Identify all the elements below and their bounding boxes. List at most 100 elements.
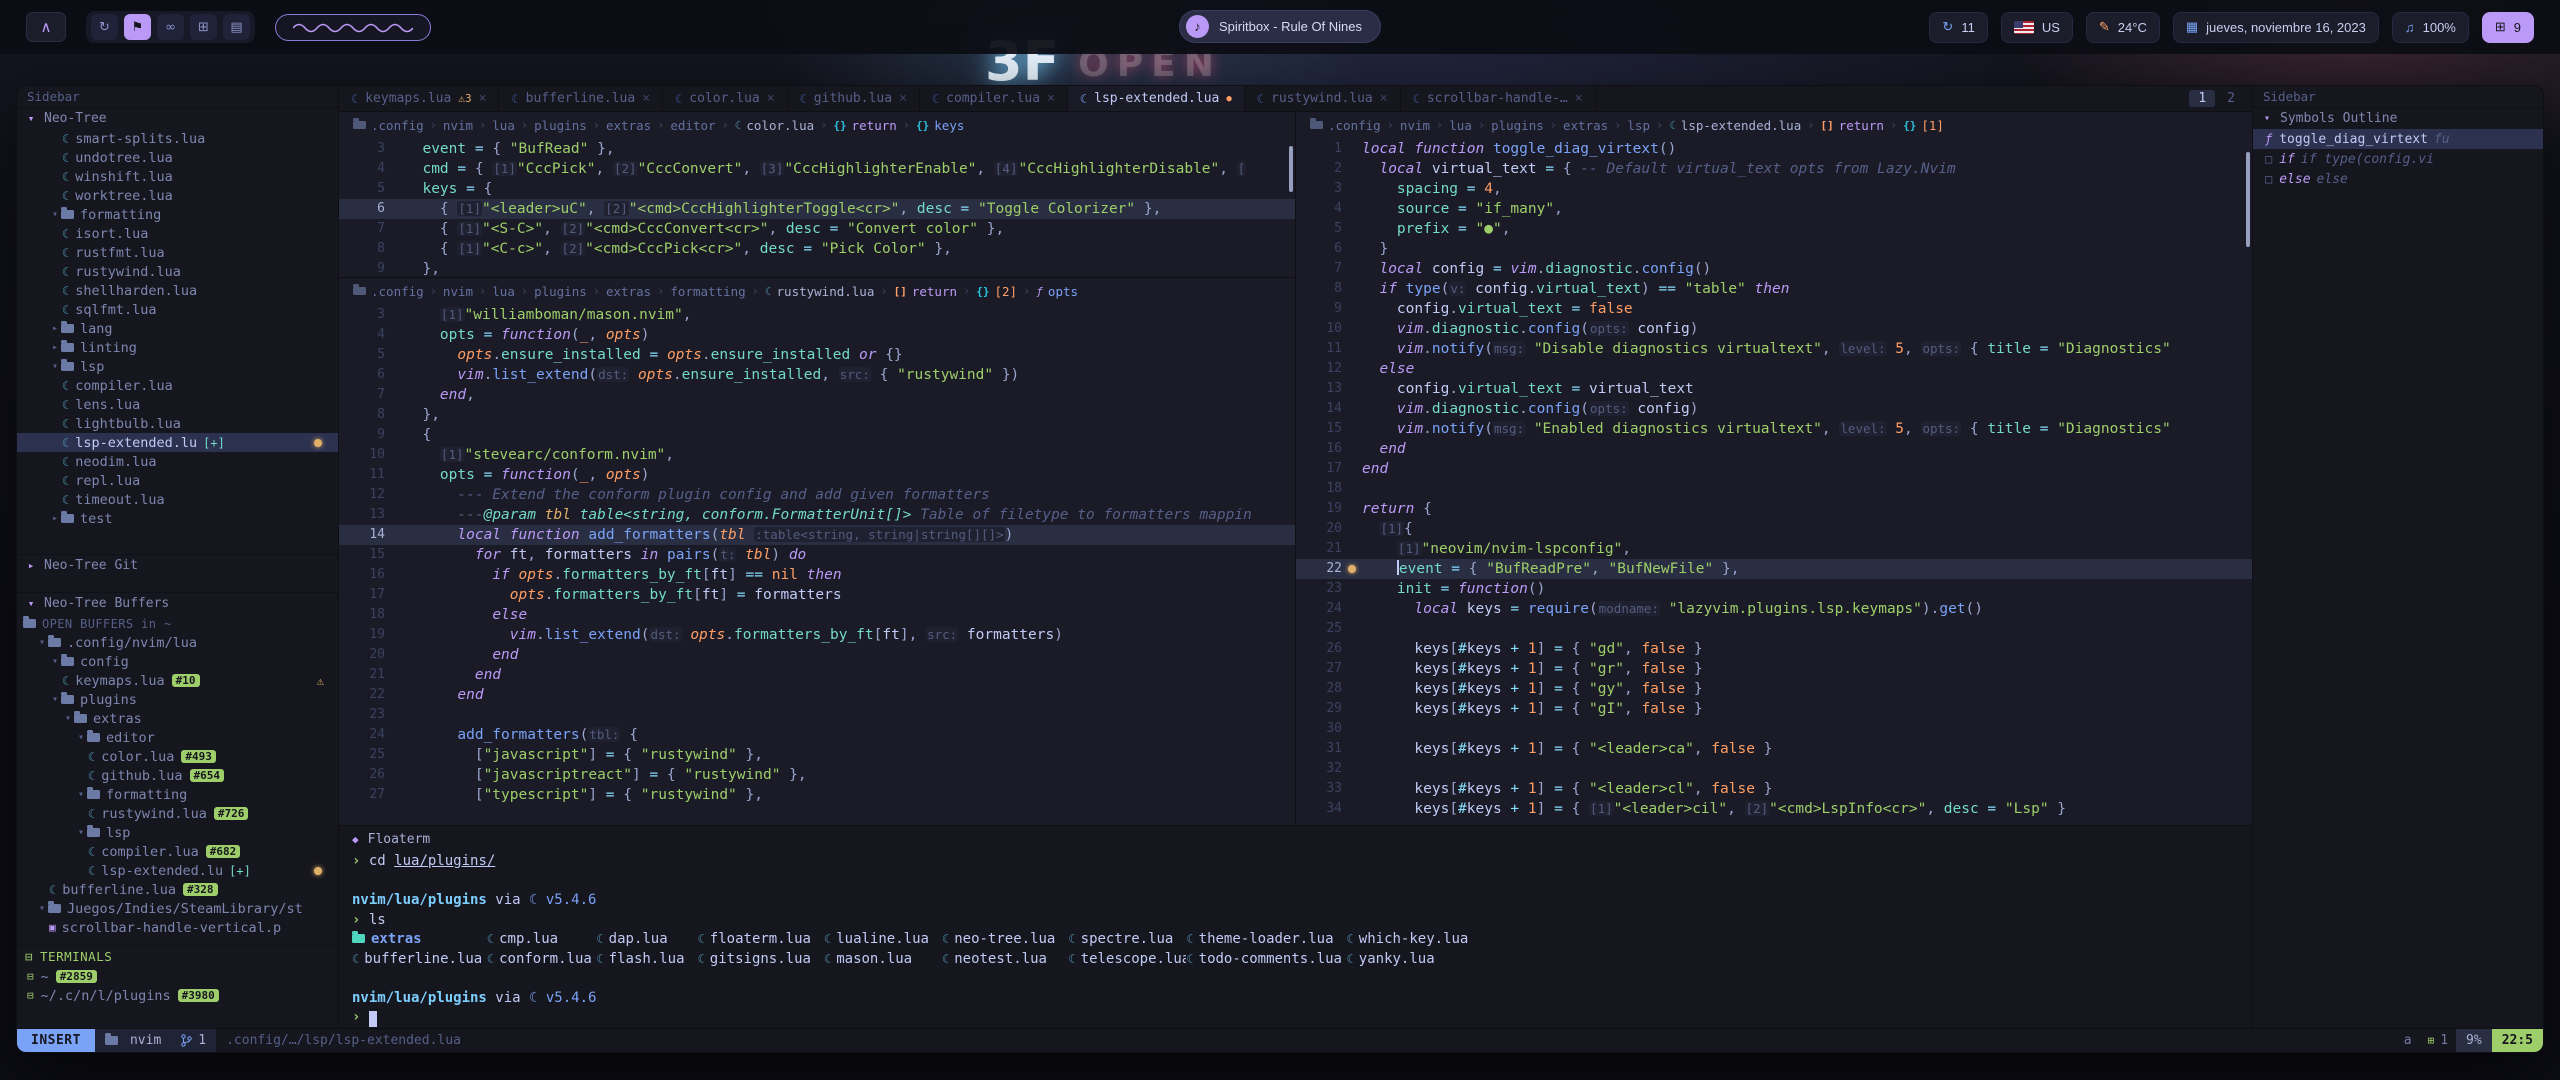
symbols-outline-header[interactable]: ▾ Symbols Outline xyxy=(2253,107,2543,129)
code-line[interactable]: 33 keys[#keys + 1] = { "<leader>cl", fal… xyxy=(1296,779,2252,799)
tree-item[interactable]: ▾lsp xyxy=(17,357,338,376)
tree-item[interactable]: ▾extras xyxy=(17,709,338,728)
breadcrumb-item[interactable]: extras xyxy=(606,118,651,133)
breadcrumb-item[interactable]: return xyxy=(912,284,957,299)
outline-item[interactable]: □ifif type(config.vi xyxy=(2253,149,2543,169)
tree-item[interactable]: ☾compiler.lua xyxy=(17,376,338,395)
breadcrumb-item[interactable]: return xyxy=(852,118,897,133)
workspace-button-2[interactable]: ⚑ xyxy=(124,14,151,40)
tree-item[interactable]: ☾rustywind.lua xyxy=(17,262,338,281)
code-line[interactable]: 20 end xyxy=(339,645,1295,665)
code-line[interactable]: 6 } xyxy=(1296,239,2252,259)
tree-item[interactable]: ☾repl.lua xyxy=(17,471,338,490)
tab-github.lua[interactable]: ☾github.lua× xyxy=(788,86,920,111)
tab-scrollbar-handle-…[interactable]: ☾scrollbar-handle-…× xyxy=(1401,86,1596,111)
code-line[interactable]: 4 opts = function(_, opts) xyxy=(339,325,1295,345)
code-line[interactable]: 24 add_formatters(tbl: { xyxy=(339,725,1295,745)
breadcrumb-item[interactable]: opts xyxy=(1048,284,1078,299)
tree-item[interactable]: ☾bufferline.lua#328 xyxy=(17,880,338,899)
tree-item[interactable]: ▾.config/nvim/lua xyxy=(17,633,338,652)
code-line[interactable]: 23 xyxy=(339,705,1295,725)
code-line[interactable]: 16 if opts.formatters_by_ft[ft] == nil t… xyxy=(339,565,1295,585)
breadcrumb-item[interactable]: [1] xyxy=(1921,118,1944,133)
tree-item[interactable]: ▸lang xyxy=(17,319,338,338)
breadcrumb-item[interactable]: nvim xyxy=(443,284,473,299)
outline-item[interactable]: ƒtoggle_diag_virtextfu xyxy=(2253,129,2543,149)
tree-item[interactable]: ☾keymaps.lua#10⚠ xyxy=(17,671,338,690)
breadcrumb-item[interactable]: lua xyxy=(492,118,515,133)
tree-item[interactable]: ▾lsp xyxy=(17,823,338,842)
breadcrumb-item[interactable]: lsp-extended.lua xyxy=(1681,118,1801,133)
tab-lsp-extended.lua[interactable]: ☾lsp-extended.lua● xyxy=(1068,86,1245,111)
breadcrumb-item[interactable]: [2] xyxy=(994,284,1017,299)
tree-item[interactable]: OPEN BUFFERS in ~ xyxy=(17,614,338,633)
code-line[interactable]: 14 local function add_formatters(tbl :ta… xyxy=(339,525,1295,545)
breadcrumb-item[interactable]: lsp xyxy=(1627,118,1650,133)
code-line[interactable]: 15 vim.notify(msg: "Enabled diagnostics … xyxy=(1296,419,2252,439)
code-line[interactable]: 9 }, xyxy=(339,259,1295,278)
outline-item[interactable]: □elseelse xyxy=(2253,169,2543,189)
neotree-buffers-section-header[interactable]: ▾ Neo-Tree Buffers xyxy=(17,592,338,614)
floaterm-panel[interactable]: ◆ Floaterm › cd lua/plugins/ nvim/lua/pl… xyxy=(339,826,2252,1028)
breadcrumb-item[interactable]: formatting xyxy=(670,284,745,299)
tree-item[interactable]: ☾smart-splits.lua xyxy=(17,129,338,148)
code-line[interactable]: 8 { [1]"<C-c>", [2]"<cmd>CccPick<cr>", d… xyxy=(339,239,1295,259)
code-line[interactable]: 12 --- Extend the conform plugin config … xyxy=(339,485,1295,505)
code-line[interactable]: 16 end xyxy=(1296,439,2252,459)
code-line[interactable]: 8 }, xyxy=(339,405,1295,425)
editor-pane-lsp-extended-lua[interactable]: .config›nvim›lua›plugins›extras›lsp›☾lsp… xyxy=(1296,112,2252,825)
close-icon[interactable]: × xyxy=(767,91,775,106)
terminal-item[interactable]: ⊟~#2859 xyxy=(17,967,338,986)
tree-item[interactable]: ▸test xyxy=(17,509,338,528)
code-line[interactable]: 10 [1]"stevearc/conform.nvim", xyxy=(339,445,1295,465)
code-line[interactable]: 6 vim.list_extend(dst: opts.ensure_insta… xyxy=(339,365,1295,385)
code-line[interactable]: 19return { xyxy=(1296,499,2252,519)
code-line[interactable]: 5 opts.ensure_installed = opts.ensure_in… xyxy=(339,345,1295,365)
code-line[interactable]: 14 vim.diagnostic.config(opts: config) xyxy=(1296,399,2252,419)
code-line[interactable]: 3 event = { "BufRead" }, xyxy=(339,139,1295,159)
code-line[interactable]: 26 ["javascriptreact"] = { "rustywind" }… xyxy=(339,765,1295,785)
code-line[interactable]: 31 keys[#keys + 1] = { "<leader>ca", fal… xyxy=(1296,739,2252,759)
breadcrumb-item[interactable]: return xyxy=(1839,118,1884,133)
tree-item[interactable]: ☾rustfmt.lua xyxy=(17,243,338,262)
code-line[interactable]: 3 spacing = 4, xyxy=(1296,179,2252,199)
breadcrumb-item[interactable]: plugins xyxy=(534,284,587,299)
breadcrumb-item[interactable]: extras xyxy=(606,284,651,299)
breadcrumb-item[interactable]: extras xyxy=(1563,118,1608,133)
tabpage-2[interactable]: 2 xyxy=(2218,90,2244,107)
close-icon[interactable]: × xyxy=(899,91,907,106)
floaterm-terminal[interactable]: › cd lua/plugins/ nvim/lua/plugins via ☾… xyxy=(339,852,2252,1028)
tray-widget[interactable]: ⊞9 xyxy=(2482,12,2534,43)
tree-item[interactable]: ☾worktree.lua xyxy=(17,186,338,205)
code-line[interactable]: 21 end xyxy=(339,665,1295,685)
breadcrumb-item[interactable]: plugins xyxy=(1491,118,1544,133)
code-line[interactable]: 7 local config = vim.diagnostic.config() xyxy=(1296,259,2252,279)
date-widget[interactable]: ▦jueves, noviembre 16, 2023 xyxy=(2173,12,2379,43)
tree-item[interactable]: ▾formatting xyxy=(17,785,338,804)
close-icon[interactable]: × xyxy=(1380,91,1388,106)
code-line[interactable]: 5 prefix = "●", xyxy=(1296,219,2252,239)
breadcrumb-item[interactable]: .config xyxy=(371,284,424,299)
tree-item[interactable]: ☾lightbulb.lua xyxy=(17,414,338,433)
tree-item[interactable]: ☾neodim.lua xyxy=(17,452,338,471)
neotree-git-section-header[interactable]: ▸ Neo-Tree Git xyxy=(17,554,338,576)
editor-pane-color-lua[interactable]: .config›nvim›lua›plugins›extras›editor›☾… xyxy=(339,112,1295,278)
code-line[interactable]: 22 end xyxy=(339,685,1295,705)
tab-compiler.lua[interactable]: ☾compiler.lua× xyxy=(920,86,1068,111)
tree-item[interactable]: ▾editor xyxy=(17,728,338,747)
tree-item[interactable]: ☾color.lua#493 xyxy=(17,747,338,766)
code-line[interactable]: 29 keys[#keys + 1] = { "gI", false } xyxy=(1296,699,2252,719)
breadcrumb-item[interactable]: lua xyxy=(492,284,515,299)
breadcrumb-item[interactable]: color.lua xyxy=(746,118,814,133)
code-line[interactable]: 28 keys[#keys + 1] = { "gy", false } xyxy=(1296,679,2252,699)
breadcrumb-item[interactable]: plugins xyxy=(534,118,587,133)
code-line[interactable]: 19 vim.list_extend(dst: opts.formatters_… xyxy=(339,625,1295,645)
close-icon[interactable]: × xyxy=(642,91,650,106)
code-line[interactable]: 9 { xyxy=(339,425,1295,445)
tree-item[interactable]: ☾winshift.lua xyxy=(17,167,338,186)
tree-item[interactable]: ☾lsp-extended.lu[+] xyxy=(17,433,338,452)
close-icon[interactable]: × xyxy=(1047,91,1055,106)
scrollbar-handle[interactable] xyxy=(1289,146,1293,192)
neotree-section-header[interactable]: ▾ Neo-Tree xyxy=(17,107,338,129)
workspace-button-4[interactable]: ⊞ xyxy=(190,14,217,40)
